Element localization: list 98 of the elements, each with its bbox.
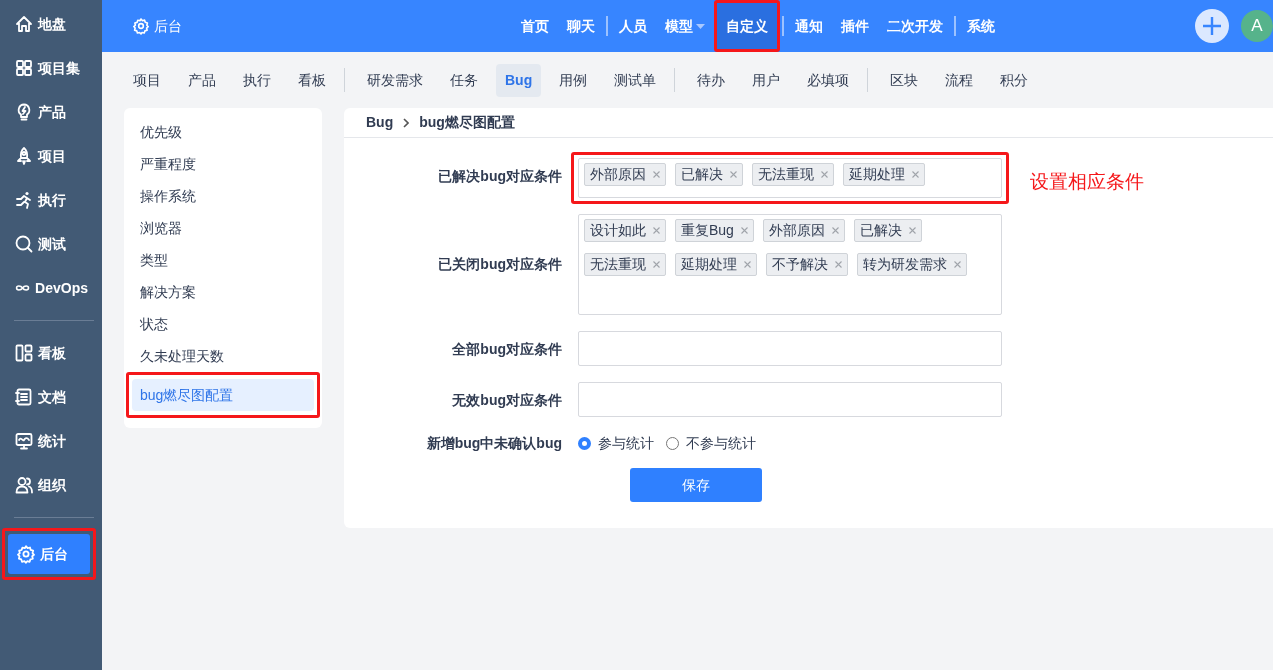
settings-menu-item[interactable]: 操作系统: [132, 180, 314, 212]
remove-tag-icon[interactable]: [653, 227, 660, 234]
settings-menu-item[interactable]: 类型: [132, 244, 314, 276]
grid-icon: [14, 58, 34, 78]
breadcrumb-link[interactable]: Bug: [366, 112, 394, 133]
settings-icon: [132, 17, 150, 35]
tag-input-field[interactable]: [578, 382, 1002, 417]
search-icon: [14, 234, 34, 254]
settings-menu-item[interactable]: 久未处理天数: [132, 340, 314, 372]
running-person-icon: [14, 190, 34, 210]
tag-label: 转为研发需求: [863, 255, 947, 274]
subnav-tab[interactable]: Bug: [496, 63, 542, 97]
remove-tag-icon[interactable]: [835, 261, 842, 268]
settings-menu-item[interactable]: bug燃尽图配置: [132, 379, 314, 411]
subnav-tab[interactable]: 项目: [124, 63, 170, 97]
subnav-tab[interactable]: 研发需求: [358, 63, 432, 97]
sidebar-item[interactable]: 产品: [4, 90, 98, 134]
subnav-tab[interactable]: 用户: [743, 63, 790, 97]
field-label: 新增bug中未确认bug: [425, 434, 563, 453]
remove-tag-icon[interactable]: [740, 227, 748, 234]
plus-icon[interactable]: [1195, 9, 1229, 43]
settings-menu-item[interactable]: 状态: [132, 308, 314, 340]
rocket-icon: [14, 146, 34, 166]
nav-tab[interactable]: 二次开发: [878, 0, 952, 52]
tag-label: 外部原因: [768, 221, 825, 240]
sidebar-item[interactable]: 地盘: [4, 2, 98, 46]
subnav-tab[interactable]: 产品: [179, 63, 225, 97]
sidebar-item[interactable]: 组织: [4, 463, 98, 507]
field-label: 已关闭bug对应条件: [437, 255, 563, 274]
nav-tab[interactable]: 自定义: [717, 3, 777, 49]
remove-tag-icon[interactable]: [744, 261, 751, 268]
tag-input-field[interactable]: [578, 331, 1002, 366]
remove-tag-icon[interactable]: [653, 261, 660, 268]
chevron-right-icon: [403, 117, 410, 128]
board-icon: [14, 343, 34, 363]
nav-tab[interactable]: 模型: [656, 0, 714, 52]
subnav-tab[interactable]: 执行: [234, 63, 280, 97]
nav-tab[interactable]: 插件: [832, 0, 878, 52]
subnav-tab[interactable]: 待办: [688, 63, 735, 97]
tag-label: 延期处理: [681, 255, 737, 274]
remove-tag-icon[interactable]: [912, 171, 919, 178]
sidebar-item[interactable]: 统计: [4, 419, 98, 463]
breadcrumb-current: bug燃尽图配置: [419, 113, 515, 132]
field-label: 已解决bug对应条件: [437, 167, 563, 186]
remove-tag-icon[interactable]: [831, 227, 839, 234]
monitor-icon: [14, 431, 34, 451]
sidebar-item[interactable]: 执行: [4, 178, 98, 222]
annotation-note: 设置相应条件: [1030, 170, 1144, 194]
subnav-tab[interactable]: 任务: [441, 63, 487, 97]
settings-menu-item[interactable]: 严重程度: [132, 148, 314, 180]
nav-tab[interactable]: 人员: [610, 0, 656, 52]
settings-menu-item[interactable]: 浏览器: [132, 212, 314, 244]
sidebar-item[interactable]: DevOps: [4, 266, 98, 310]
nav-tab[interactable]: 首页: [512, 0, 558, 52]
nav-tab[interactable]: 聊天: [558, 0, 604, 52]
remove-tag-icon[interactable]: [653, 171, 660, 178]
tag-label: 无法重现: [758, 165, 814, 184]
sidebar-item[interactable]: 后台: [8, 534, 90, 574]
tag-label: 设计如此: [590, 221, 646, 240]
remove-tag-icon[interactable]: [730, 171, 737, 178]
tag-input-field[interactable]: 外部原因 已解决 无法重现 延期处理: [578, 158, 1002, 198]
sidebar-item[interactable]: 看板: [4, 331, 98, 375]
settings-menu-item[interactable]: 解决方案: [132, 276, 314, 308]
subnav-tab[interactable]: 流程: [936, 63, 983, 97]
tag-label: 无法重现: [590, 255, 646, 274]
tag-label: 重复Bug: [681, 221, 734, 240]
tag-input-field[interactable]: 设计如此 重复Bug 外部原因 已解决 无法重现 延期处理 不予解决 转为研发需求: [578, 214, 1002, 315]
tag-label: 已解决: [859, 221, 902, 240]
tag-label: 外部原因: [590, 165, 646, 184]
settings-icon: [16, 544, 36, 564]
subnav-tab[interactable]: 用例: [550, 63, 597, 97]
subnav-tab[interactable]: 必填项: [798, 63, 859, 97]
sidebar-item[interactable]: 测试: [4, 222, 98, 266]
subnav-tab[interactable]: 区块: [881, 63, 928, 97]
remove-tag-icon[interactable]: [954, 261, 961, 268]
radio-option[interactable]: 不参与统计: [666, 433, 756, 454]
remove-tag-icon[interactable]: [821, 171, 828, 178]
field-label: 全部bug对应条件: [451, 340, 563, 359]
tag-label: 已解决: [681, 165, 723, 184]
sidebar-item[interactable]: 项目: [4, 134, 98, 178]
save-button[interactable]: 保存: [630, 468, 762, 502]
person-icon: [14, 475, 34, 495]
subnav-tab[interactable]: 积分: [991, 63, 1038, 97]
remove-tag-icon[interactable]: [908, 227, 916, 234]
sidebar-item[interactable]: 文档: [4, 375, 98, 419]
nav-tab[interactable]: 系统: [958, 0, 1004, 52]
tag-label: 不予解决: [772, 255, 828, 274]
page-title: 后台: [154, 16, 182, 36]
settings-menu-item[interactable]: 优先级: [132, 116, 314, 148]
radio-option[interactable]: 参与统计: [578, 433, 654, 454]
field-label: 无效bug对应条件: [451, 391, 563, 410]
subnav-tab[interactable]: 看板: [289, 63, 335, 97]
tag-label: 延期处理: [849, 165, 905, 184]
document-icon: [14, 387, 34, 407]
nav-tab[interactable]: 通知: [786, 0, 832, 52]
home-icon: [14, 14, 34, 34]
subnav-tab[interactable]: 测试单: [605, 63, 666, 97]
sidebar-item[interactable]: 项目集: [4, 46, 98, 90]
